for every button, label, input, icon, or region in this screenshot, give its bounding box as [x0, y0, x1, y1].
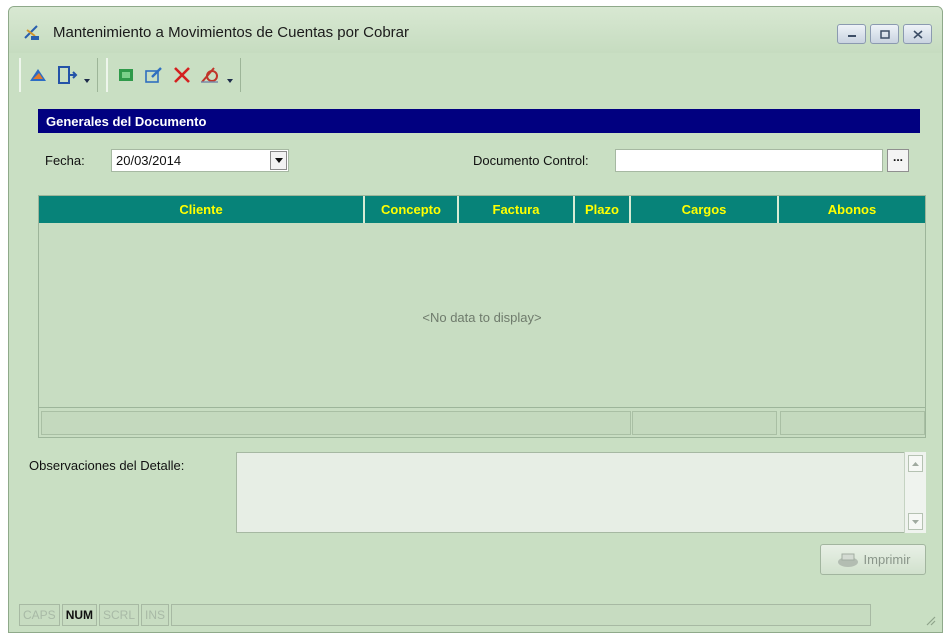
- section-header: Generales del Documento: [38, 109, 920, 133]
- new-record-button[interactable]: [114, 63, 138, 87]
- column-plazo[interactable]: Plazo: [575, 196, 631, 223]
- status-bar: CAPS NUM SCRL INS: [9, 598, 942, 632]
- toolbar-group-file: [19, 58, 98, 92]
- resize-grip-icon[interactable]: [924, 614, 936, 626]
- detail-grid[interactable]: Cliente Concepto Factura Plazo Cargos Ab…: [38, 195, 926, 438]
- print-button[interactable]: Imprimir: [820, 544, 926, 575]
- document-arrow-button[interactable]: [55, 63, 79, 87]
- date-dropdown-button[interactable]: [270, 151, 287, 170]
- fecha-value[interactable]: 20/03/2014: [116, 153, 181, 168]
- search-icon: [201, 67, 218, 83]
- grid-header: Cliente Concepto Factura Plazo Cargos Ab…: [39, 196, 925, 223]
- window-title: Mantenimiento a Movimientos de Cuentas p…: [53, 24, 410, 41]
- scroll-up-button[interactable]: [908, 455, 923, 472]
- main-window: Mantenimiento a Movimientos de Cuentas p…: [8, 6, 943, 633]
- observaciones-label: Observaciones del Detalle:: [29, 458, 185, 473]
- scroll-down-button[interactable]: [908, 513, 923, 530]
- delete-icon: [174, 67, 190, 83]
- arrow-up-icon: [912, 461, 919, 466]
- column-factura[interactable]: Factura: [459, 196, 575, 223]
- fecha-label: Fecha:: [45, 153, 85, 168]
- toolbar-dropdown-2[interactable]: [226, 63, 234, 87]
- documento-control-input[interactable]: [615, 149, 883, 172]
- title-bar[interactable]: Mantenimiento a Movimientos de Cuentas p…: [9, 7, 942, 53]
- vertical-scrollbar[interactable]: [904, 452, 926, 533]
- status-message-panel: [171, 604, 872, 626]
- app-icon: [24, 25, 39, 40]
- close-button[interactable]: [903, 24, 932, 44]
- status-ins: INS: [141, 604, 170, 626]
- toolbar-dropdown-1[interactable]: [83, 63, 91, 87]
- minimize-button[interactable]: [837, 24, 866, 44]
- close-icon: [913, 30, 923, 39]
- toolbar: [19, 55, 249, 95]
- chevron-down-icon: [84, 79, 90, 83]
- column-abonos[interactable]: Abonos: [779, 196, 925, 223]
- empty-grid-message: <No data to display>: [422, 310, 542, 325]
- footer-total-cargos: [632, 411, 777, 435]
- column-concepto[interactable]: Concepto: [365, 196, 459, 223]
- edit-button[interactable]: [142, 63, 166, 87]
- toolbar-group-edit: [106, 58, 241, 92]
- fecha-date-picker[interactable]: 20/03/2014: [111, 149, 289, 172]
- status-num: NUM: [61, 604, 98, 626]
- status-scrl: SCRL: [99, 604, 140, 626]
- column-cliente[interactable]: Cliente: [39, 196, 365, 223]
- observaciones-scroll-wrapper: [236, 452, 926, 533]
- column-cargos[interactable]: Cargos: [631, 196, 779, 223]
- search-button[interactable]: [198, 63, 222, 87]
- grid-footer: [39, 407, 925, 437]
- footer-cell: [41, 411, 631, 435]
- exit-button[interactable]: [27, 63, 51, 87]
- documento-control-label: Documento Control:: [473, 153, 589, 168]
- exit-icon: [30, 69, 46, 81]
- document-arrow-icon: [58, 66, 78, 84]
- footer-total-abonos: [780, 411, 925, 435]
- printer-icon: [837, 553, 858, 567]
- chevron-down-icon: [274, 158, 283, 163]
- browse-button[interactable]: ...: [887, 149, 909, 172]
- delete-button[interactable]: [170, 63, 194, 87]
- arrow-down-icon: [912, 519, 919, 524]
- minimize-icon: [848, 35, 856, 37]
- edit-icon: [145, 67, 162, 83]
- restore-icon: [880, 30, 890, 39]
- new-record-icon: [119, 69, 133, 81]
- status-caps: CAPS: [19, 604, 60, 626]
- restore-button[interactable]: [870, 24, 899, 44]
- chevron-down-icon: [227, 79, 233, 83]
- print-button-label: Imprimir: [863, 552, 911, 567]
